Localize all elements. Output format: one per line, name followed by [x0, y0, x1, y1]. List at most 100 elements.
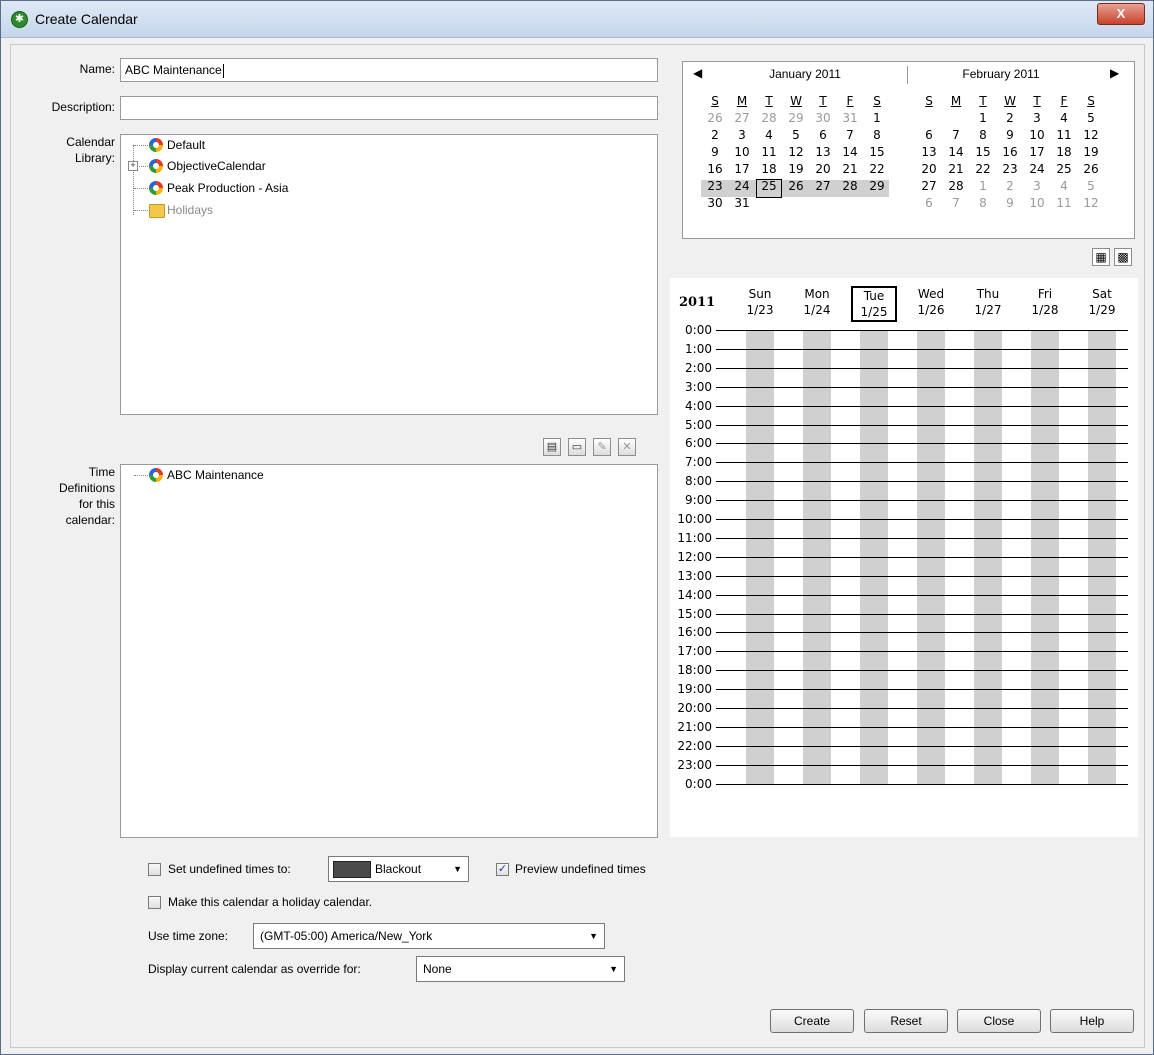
week-day-header[interactable]: Sun 1/23 — [737, 286, 783, 318]
holiday-checkbox[interactable] — [148, 896, 161, 909]
calendar-day[interactable]: 17 — [730, 161, 754, 178]
calendar-day[interactable]: 26 — [1079, 161, 1103, 178]
calendar-day[interactable]: 18 — [757, 161, 781, 178]
calendar-day[interactable]: 11 — [1052, 195, 1076, 212]
calendar-day[interactable]: 11 — [757, 144, 781, 161]
week-day-header[interactable]: Tue 1/25 — [851, 286, 897, 322]
delete-icon[interactable]: ✕ — [618, 438, 636, 456]
calendar-day[interactable]: 24 — [730, 178, 754, 195]
calendar-day[interactable]: 20 — [811, 161, 835, 178]
calendar-day[interactable]: 19 — [784, 161, 808, 178]
week-day-header[interactable]: Mon 1/24 — [794, 286, 840, 318]
calendar-day[interactable]: 7 — [944, 127, 968, 144]
calendar-day[interactable]: 14 — [838, 144, 862, 161]
calendar-day[interactable]: 30 — [703, 195, 727, 212]
calendar-day[interactable]: 4 — [1052, 110, 1076, 127]
edit-icon[interactable]: ✎ — [593, 438, 611, 456]
preview-undefined-checkbox[interactable]: ✓ — [496, 863, 509, 876]
create-button[interactable]: Create — [770, 1009, 854, 1033]
calendar-day[interactable]: 5 — [1079, 110, 1103, 127]
description-input[interactable] — [120, 96, 658, 120]
time-definitions-tree[interactable]: ABC Maintenance — [120, 464, 658, 838]
calendar-day[interactable]: 21 — [838, 161, 862, 178]
calendar-day[interactable]: 29 — [784, 110, 808, 127]
calendar-day[interactable]: 23 — [998, 161, 1022, 178]
calendar-day[interactable]: 27 — [917, 178, 941, 195]
calendar-day[interactable]: 12 — [1079, 127, 1103, 144]
calendar-day[interactable]: 31 — [730, 195, 754, 212]
calendar-day[interactable]: 7 — [944, 195, 968, 212]
calendar-day[interactable]: 29 — [865, 178, 889, 195]
calendar-day[interactable]: 8 — [971, 127, 995, 144]
calendar-day[interactable]: 3 — [730, 127, 754, 144]
calendar-day[interactable]: 19 — [1079, 144, 1103, 161]
calendar-day[interactable]: 13 — [811, 144, 835, 161]
week-day-header[interactable]: Thu 1/27 — [965, 286, 1011, 318]
calendar-day[interactable]: 9 — [998, 195, 1022, 212]
prev-month-icon[interactable]: ◀ — [693, 66, 702, 80]
calendar-day[interactable]: 22 — [865, 161, 889, 178]
calendar-day[interactable]: 26 — [784, 178, 808, 195]
calendar-day[interactable]: 5 — [784, 127, 808, 144]
calendar-day[interactable]: 12 — [784, 144, 808, 161]
calendar-day[interactable]: 23 — [703, 178, 727, 195]
name-input[interactable]: ABC Maintenance — [120, 58, 658, 82]
help-button[interactable]: Help — [1050, 1009, 1134, 1033]
calendar-day[interactable]: 31 — [838, 110, 862, 127]
calendar-day[interactable]: 10 — [1025, 127, 1049, 144]
calendar-day[interactable]: 21 — [944, 161, 968, 178]
close-button[interactable]: Close — [957, 1009, 1041, 1033]
calendar-day[interactable]: 26 — [703, 110, 727, 127]
week-day-header[interactable]: Fri 1/28 — [1022, 286, 1068, 318]
calendar-day[interactable]: 2 — [703, 127, 727, 144]
calendar-day[interactable]: 1 — [865, 110, 889, 127]
calendar-day[interactable]: 18 — [1052, 144, 1076, 161]
week-day-header[interactable]: Sat 1/29 — [1079, 286, 1125, 318]
new-definition-icon[interactable]: ▤ — [543, 438, 561, 456]
calendar-day[interactable]: 10 — [730, 144, 754, 161]
calendar-day[interactable]: 3 — [1025, 110, 1049, 127]
calendar-day[interactable]: 22 — [971, 161, 995, 178]
calendar-day[interactable]: 6 — [811, 127, 835, 144]
calendar-day[interactable]: 28 — [757, 110, 781, 127]
calendar-day[interactable]: 11 — [1052, 127, 1076, 144]
calendar-day[interactable]: 27 — [730, 110, 754, 127]
calendar-day[interactable]: 28 — [944, 178, 968, 195]
set-undefined-checkbox[interactable] — [148, 863, 161, 876]
calendar-day[interactable]: 24 — [1025, 161, 1049, 178]
undefined-times-select[interactable]: Blackout ▼ — [328, 856, 469, 882]
calendar-day[interactable]: 12 — [1079, 195, 1103, 212]
calendar-day[interactable]: 2 — [998, 110, 1022, 127]
calendar-day[interactable]: 30 — [811, 110, 835, 127]
title-bar[interactable]: ✱ Create Calendar X — [1, 1, 1153, 38]
calendar-day[interactable]: 25 — [1052, 161, 1076, 178]
week-day-header[interactable]: Wed 1/26 — [908, 286, 954, 318]
calendar-day[interactable]: 9 — [703, 144, 727, 161]
override-select[interactable]: None ▼ — [416, 956, 625, 982]
new-folder-icon[interactable]: ▭ — [568, 438, 586, 456]
calendar-day[interactable]: 2 — [998, 178, 1022, 195]
calendar-day[interactable]: 8 — [971, 195, 995, 212]
calendar-day[interactable]: 20 — [917, 161, 941, 178]
calendar-day[interactable]: 17 — [1025, 144, 1049, 161]
calendar-day[interactable]: 4 — [757, 127, 781, 144]
calendar-day[interactable]: 15 — [971, 144, 995, 161]
calendar-day[interactable]: 25 — [757, 178, 781, 195]
calendar-day[interactable]: 16 — [998, 144, 1022, 161]
expand-icon[interactable]: + — [128, 161, 138, 171]
calendar-day[interactable]: 10 — [1025, 195, 1049, 212]
calendar-day[interactable]: 1 — [971, 178, 995, 195]
calendar-day[interactable]: 7 — [838, 127, 862, 144]
calendar-day[interactable]: 4 — [1052, 178, 1076, 195]
calendar-day[interactable]: 1 — [971, 110, 995, 127]
calendar-day[interactable]: 8 — [865, 127, 889, 144]
next-month-icon[interactable]: ▶ — [1110, 66, 1119, 80]
calendar-day[interactable]: 5 — [1079, 178, 1103, 195]
calendar-day[interactable]: 27 — [811, 178, 835, 195]
calendar-day[interactable]: 13 — [917, 144, 941, 161]
pattern-view-icon[interactable]: ▩ — [1114, 248, 1132, 266]
calendar-day[interactable]: 9 — [998, 127, 1022, 144]
grid-view-icon[interactable]: ▦ — [1092, 248, 1110, 266]
calendar-day[interactable]: 6 — [917, 195, 941, 212]
calendar-library-tree[interactable]: + Default ObjectiveCalendar Peak Product… — [120, 134, 658, 415]
